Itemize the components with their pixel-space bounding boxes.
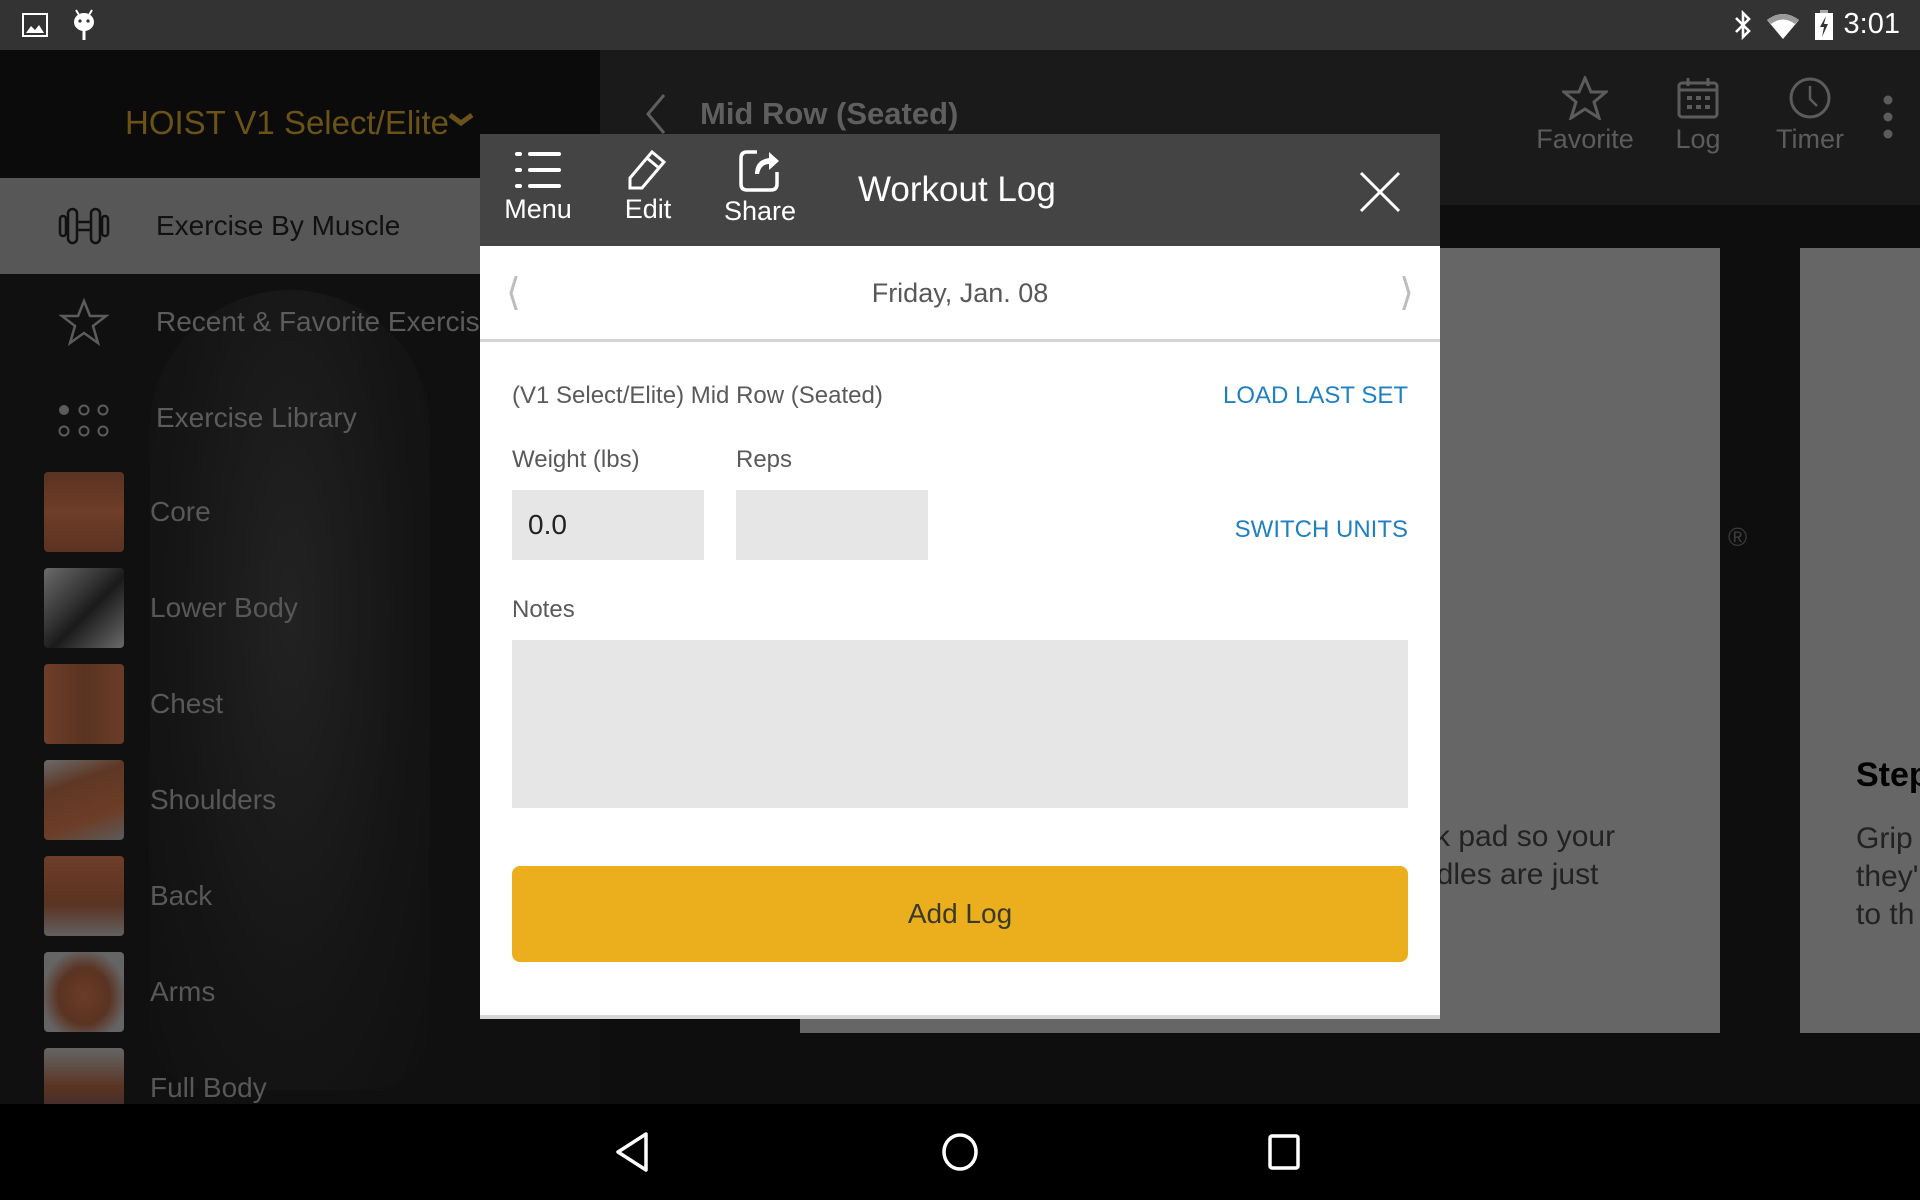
notes-label: Notes	[512, 596, 575, 623]
weight-input[interactable]	[512, 490, 704, 560]
timer-label: Timer	[1776, 124, 1844, 154]
star-icon	[1562, 76, 1608, 120]
arms-thumbnail	[44, 952, 124, 1032]
favorite-button[interactable]: Favorite	[1535, 76, 1635, 155]
muscle-item-label: Full Body	[150, 1072, 267, 1103]
date-navigator: ⟨ Friday, Jan. 08 ⟩	[480, 246, 1440, 342]
log-button[interactable]: Log	[1648, 76, 1748, 155]
instruction-line: ck pad so your	[1420, 820, 1616, 853]
step-line: to th	[1856, 898, 1915, 931]
edit-label: Edit	[624, 194, 672, 224]
workout-log-dialog: Menu Edit Share Workout Log ⟨ Friday, Ja…	[480, 134, 1440, 1019]
overflow-menu-icon[interactable]	[1882, 94, 1894, 145]
share-label: Share	[723, 196, 797, 226]
core-thumbnail	[44, 472, 124, 552]
lower-body-thumbnail	[44, 568, 124, 648]
edit-button[interactable]: Edit	[608, 148, 688, 225]
bluetooth-icon	[1732, 9, 1754, 45]
reps-input[interactable]	[736, 490, 928, 560]
share-button[interactable]: Share	[714, 144, 806, 227]
dumbbell-icon	[58, 202, 110, 250]
favorite-label: Favorite	[1536, 124, 1634, 154]
calendar-icon	[1677, 78, 1719, 119]
notes-input[interactable]	[512, 640, 1408, 808]
dots-grid-icon	[58, 394, 110, 442]
registered-mark: ®	[1728, 522, 1748, 552]
log-label: Log	[1675, 124, 1721, 154]
muscle-item-full-body[interactable]: Full Body	[0, 1048, 600, 1104]
muscle-item-label: Arms	[150, 976, 216, 1007]
step-line: they'	[1856, 860, 1919, 893]
sidebar-item-label: Recent & Favorite Exercises	[156, 306, 510, 337]
sidebar-item-label: Exercise Library	[156, 402, 357, 433]
full-body-thumbnail	[44, 1048, 124, 1104]
step-line: Grip	[1856, 822, 1913, 855]
instruction-text: ck pad so your ndles are just	[1420, 818, 1615, 894]
instruction-line: ndles are just	[1420, 858, 1599, 891]
next-day-button[interactable]: ⟩	[1399, 270, 1414, 315]
clock-icon	[1789, 77, 1831, 119]
add-log-button[interactable]: Add Log	[512, 866, 1408, 962]
status-bar: 3:01	[0, 0, 1920, 50]
nav-recents-icon[interactable]	[1264, 1128, 1304, 1181]
back-thumbnail	[44, 856, 124, 936]
close-icon[interactable]	[1358, 170, 1402, 214]
share-icon	[739, 150, 779, 192]
chest-thumbnail	[44, 664, 124, 744]
star-icon	[58, 297, 110, 347]
muscle-item-label: Core	[150, 496, 211, 527]
nav-home-icon[interactable]	[938, 1128, 982, 1181]
muscle-item-label: Back	[150, 880, 213, 911]
muscle-item-label: Shoulders	[150, 784, 277, 815]
system-nav-bar	[0, 1104, 1920, 1200]
step-title: Step	[1856, 756, 1920, 794]
gallery-icon	[22, 13, 48, 42]
step-text: Grip they' to th	[1856, 820, 1918, 934]
brand-title[interactable]: HOIST V1 Select/Elite	[125, 104, 449, 142]
nav-back-icon[interactable]	[612, 1128, 652, 1181]
weight-label: Weight (lbs)	[512, 446, 640, 473]
pencil-icon	[628, 149, 667, 190]
list-menu-icon	[515, 152, 561, 188]
chevron-down-icon[interactable]	[448, 112, 474, 133]
android-debug-icon	[70, 8, 98, 47]
exercise-title: Mid Row (Seated)	[700, 96, 959, 131]
exercise-name: (V1 Select/Elite) Mid Row (Seated)	[512, 382, 883, 409]
dialog-title: Workout Log	[858, 170, 1056, 209]
instruction-card-next: Step Grip they' to th	[1800, 248, 1920, 1033]
status-time: 3:01	[1843, 8, 1900, 40]
timer-button[interactable]: Timer	[1760, 76, 1860, 155]
menu-label: Menu	[504, 194, 572, 224]
menu-button[interactable]: Menu	[496, 148, 580, 225]
muscle-item-label: Chest	[150, 688, 224, 719]
sidebar-item-label: Exercise By Muscle	[156, 210, 401, 241]
muscle-item-label: Lower Body	[150, 592, 298, 623]
date-label: Friday, Jan. 08	[871, 278, 1049, 308]
wifi-icon	[1766, 12, 1800, 45]
battery-charging-icon	[1814, 10, 1834, 45]
dialog-toolbar: Menu Edit Share Workout Log	[480, 134, 1440, 246]
reps-label: Reps	[736, 446, 793, 473]
shoulders-thumbnail	[44, 760, 124, 840]
switch-units-button[interactable]: SWITCH UNITS	[1235, 516, 1408, 544]
load-last-set-button[interactable]: LOAD LAST SET	[1223, 382, 1408, 410]
